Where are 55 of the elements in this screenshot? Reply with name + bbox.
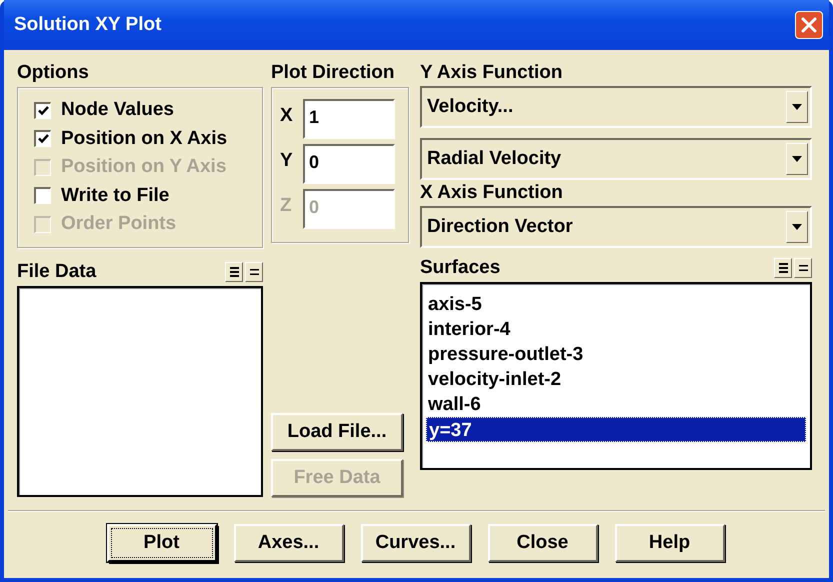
dialog-button[interactable]: Close	[488, 524, 598, 562]
checkbox[interactable]	[34, 102, 51, 119]
checkbox-label: Position on Y Axis	[61, 156, 226, 178]
dropdown-value: Direction Vector	[427, 216, 573, 238]
input-field: 0	[303, 189, 395, 229]
field-label: Z	[280, 194, 293, 217]
file-button[interactable]: Load File...	[271, 413, 403, 451]
group-label: Plot Direction	[271, 61, 396, 85]
checkbox-label: Write to File	[61, 184, 170, 207]
dropdown[interactable]: Radial Velocity	[420, 138, 812, 180]
group-label: Options	[17, 61, 90, 85]
close-button[interactable]	[795, 11, 823, 39]
list-item[interactable]: pressure-outlet-3	[426, 342, 806, 367]
caret-icon	[792, 224, 802, 230]
list-item[interactable]: interior-4	[426, 317, 806, 342]
deselect-all-button[interactable]	[794, 258, 812, 278]
two-lines-icon	[250, 268, 258, 276]
dropdown[interactable]: Velocity...	[420, 86, 812, 128]
field-label: Y	[280, 149, 294, 172]
list-label: Surfaces	[420, 256, 500, 280]
dialog-button[interactable]: Curves...	[360, 524, 470, 562]
section-label: Y Axis Function	[420, 61, 564, 85]
three-lines-icon	[230, 266, 238, 278]
checkbox[interactable]	[34, 130, 51, 148]
input-field[interactable]: 1	[303, 99, 395, 139]
list-label: File Data	[17, 260, 96, 284]
check-icon	[38, 134, 48, 144]
dialog-button[interactable]: Help	[614, 524, 724, 562]
caret-icon	[792, 104, 802, 110]
input-field[interactable]: 0	[303, 144, 395, 184]
list-item[interactable]: wall-6	[426, 392, 806, 417]
checkbox-label: Node Values	[61, 99, 174, 122]
list-item[interactable]: velocity-inlet-2	[426, 367, 806, 392]
window-title: Solution XY Plot	[14, 14, 162, 36]
checkbox-label: Position on X Axis	[61, 128, 228, 150]
select-all-button[interactable]	[774, 258, 792, 278]
close-icon	[801, 17, 817, 33]
dialog-button[interactable]: Plot	[106, 524, 216, 562]
dialog-button[interactable]: Axes...	[234, 524, 344, 562]
caret-icon	[792, 156, 802, 162]
checkbox-label: Order Points	[61, 213, 176, 236]
select-all-button[interactable]	[225, 262, 243, 282]
dropdown[interactable]: Direction Vector	[420, 206, 812, 248]
section-label: X Axis Function	[420, 181, 564, 205]
checkbox[interactable]	[34, 187, 51, 204]
file-data-list[interactable]	[17, 286, 263, 497]
list-item[interactable]: y=37	[426, 417, 806, 442]
field-label: X	[280, 104, 294, 127]
three-lines-icon	[778, 262, 788, 274]
two-lines-icon	[798, 264, 808, 272]
check-icon	[38, 106, 48, 116]
dropdown-value: Radial Velocity	[427, 148, 562, 170]
list-item[interactable]: axis-5	[426, 292, 806, 317]
deselect-all-button[interactable]	[245, 262, 263, 282]
dropdown-value: Velocity...	[427, 96, 514, 118]
